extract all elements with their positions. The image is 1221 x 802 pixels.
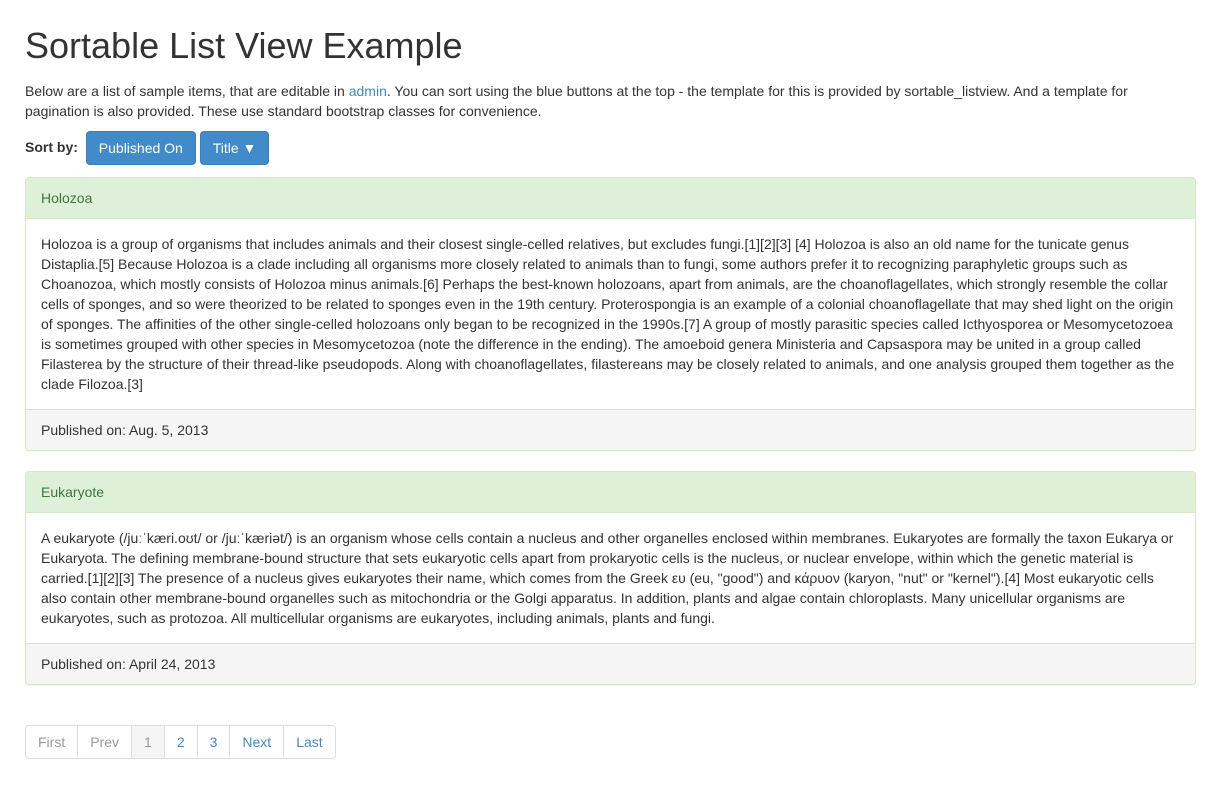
list-item-body: A eukaryote (/juːˈkæri.oʊt/ or /juːˈkæri…: [26, 513, 1195, 643]
list-item-published: Published on: April 24, 2013: [26, 643, 1195, 684]
list-item: Eukaryote A eukaryote (/juːˈkæri.oʊt/ or…: [25, 471, 1196, 685]
sort-by-label: Sort by:: [25, 139, 78, 155]
admin-link[interactable]: admin: [349, 83, 387, 99]
sort-title-button[interactable]: Title ▼: [200, 131, 270, 165]
list-item: Holozoa Holozoa is a group of organisms …: [25, 177, 1196, 451]
pagination-page-1: 1: [131, 725, 165, 759]
list-item-title-link[interactable]: Eukaryote: [41, 484, 104, 500]
pagination-next[interactable]: Next: [229, 725, 284, 759]
list-item-title-link[interactable]: Holozoa: [41, 190, 92, 206]
pagination-first: First: [25, 725, 78, 759]
sort-controls: Sort by: Published On Title ▼: [25, 131, 1196, 165]
list-item-heading: Eukaryote: [26, 472, 1195, 513]
pagination-page-3[interactable]: 3: [197, 725, 231, 759]
pagination: First Prev 1 2 3 Next Last: [25, 725, 336, 759]
page-title: Sortable List View Example: [25, 20, 1196, 71]
intro-paragraph: Below are a list of sample items, that a…: [25, 81, 1196, 121]
list-item-published: Published on: Aug. 5, 2013: [26, 409, 1195, 450]
list-item-heading: Holozoa: [26, 178, 1195, 219]
pagination-page-2[interactable]: 2: [164, 725, 198, 759]
intro-text-before: Below are a list of sample items, that a…: [25, 83, 349, 99]
list-item-body: Holozoa is a group of organisms that inc…: [26, 219, 1195, 409]
pagination-prev: Prev: [77, 725, 132, 759]
sort-published-on-button[interactable]: Published On: [86, 131, 196, 165]
pagination-last[interactable]: Last: [283, 725, 335, 759]
